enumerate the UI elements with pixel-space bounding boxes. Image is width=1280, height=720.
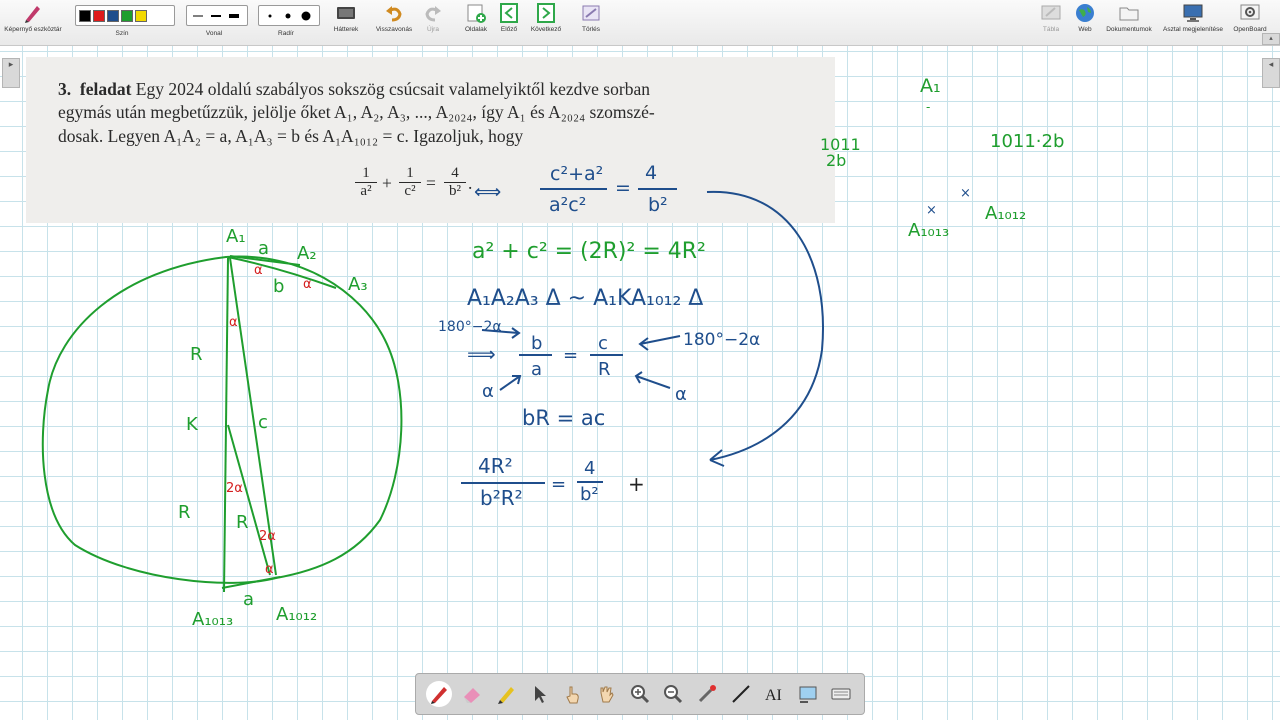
next-button[interactable]: Következő bbox=[528, 2, 564, 33]
fraction-4-over-b2: 4 b² bbox=[444, 165, 466, 200]
line-tool[interactable] bbox=[728, 681, 754, 707]
eraser-small-option[interactable] bbox=[268, 14, 272, 17]
color-swatch-yellow[interactable] bbox=[135, 9, 147, 22]
desktop-button[interactable]: Asztal megjelenítése bbox=[1160, 2, 1226, 33]
add-page-icon bbox=[467, 4, 486, 23]
delete-button[interactable]: Törlés bbox=[576, 2, 606, 33]
line-medium-option[interactable] bbox=[211, 14, 221, 17]
fraction-1-over-c2: 1 c² bbox=[399, 165, 421, 200]
redo-button[interactable]: Újra bbox=[420, 2, 446, 33]
gear-icon bbox=[1240, 4, 1260, 20]
web-button[interactable]: Web bbox=[1072, 2, 1098, 33]
keyboard-icon bbox=[831, 688, 851, 700]
pen-icon bbox=[430, 687, 447, 704]
chevron-up-icon: ▴ bbox=[1269, 35, 1273, 42]
folder-icon bbox=[1119, 7, 1139, 21]
svg-text:AI: AI bbox=[765, 687, 782, 704]
highlighter-icon bbox=[497, 687, 514, 704]
line-thick-option[interactable] bbox=[229, 13, 239, 18]
equals-sign: = bbox=[426, 173, 436, 193]
problem-line-2: egymás után megbetűzzük, jelölje őket A₁… bbox=[58, 102, 655, 122]
pointing-hand-icon bbox=[566, 686, 579, 704]
pages-button[interactable]: Oldalak bbox=[462, 2, 490, 33]
desktop-icon bbox=[1183, 4, 1203, 22]
text-tool[interactable]: AI bbox=[761, 681, 787, 707]
eraser-large-option[interactable] bbox=[301, 11, 311, 20]
problem-line-3: dosak. Legyen A₁A₂ = a, A₁A₃ = b és A₁A₁… bbox=[58, 126, 524, 146]
fraction-1-over-a2: 1 a² bbox=[355, 165, 377, 200]
zoom-in-tool[interactable] bbox=[627, 681, 653, 707]
interact-tool[interactable] bbox=[560, 681, 586, 707]
problem-image[interactable]: 3. feladat Egy 2024 oldalú szabályos sok… bbox=[26, 57, 835, 223]
background-button[interactable]: Hátterek bbox=[328, 2, 364, 33]
cursor-arrow-icon bbox=[535, 686, 547, 703]
period: . bbox=[468, 173, 473, 193]
board-button[interactable]: Tábla bbox=[1036, 2, 1066, 33]
problem-word: feladat bbox=[79, 79, 132, 99]
redo-icon bbox=[425, 6, 441, 22]
color-swatch-blue[interactable] bbox=[107, 9, 119, 22]
globe-icon bbox=[1076, 4, 1094, 22]
color-palette bbox=[75, 5, 175, 26]
chevron-left-icon: ◂ bbox=[1268, 59, 1274, 69]
right-panel-toggle[interactable]: ◂ bbox=[1262, 58, 1280, 88]
laser-pointer-tool[interactable] bbox=[694, 681, 720, 707]
color-label: Szín bbox=[115, 30, 129, 37]
top-toolbar: Képernyő eszköztár Szín Vonal Radír Hátt… bbox=[0, 0, 1280, 46]
virtual-keyboard-tool[interactable] bbox=[828, 681, 854, 707]
eraser-icon bbox=[464, 688, 481, 703]
line-icon bbox=[731, 685, 750, 703]
undo-button[interactable]: Visszavonás bbox=[372, 2, 416, 33]
problem-number: 3. bbox=[58, 79, 72, 99]
color-swatch-red[interactable] bbox=[93, 9, 105, 22]
line-thin-option[interactable] bbox=[193, 15, 203, 16]
previous-button[interactable]: Előző bbox=[496, 2, 522, 33]
eraser-medium-option[interactable] bbox=[285, 13, 291, 18]
undo-icon bbox=[386, 6, 402, 22]
documents-button[interactable]: Dokumentumok bbox=[1103, 2, 1155, 33]
eraser-label: Radír bbox=[278, 30, 294, 37]
chevron-right-icon: ▸ bbox=[8, 59, 14, 69]
color-swatch-black[interactable] bbox=[79, 9, 91, 22]
previous-page-icon bbox=[500, 3, 518, 23]
problem-text-1: Egy 2024 oldalú szabályos sokszög csúcsa… bbox=[131, 79, 650, 99]
text-icon: AI bbox=[765, 687, 782, 704]
hand-icon bbox=[600, 686, 614, 703]
line-width-group bbox=[186, 5, 248, 26]
bottom-tool-palette: AI bbox=[415, 673, 865, 715]
selector-tool[interactable] bbox=[526, 681, 552, 707]
line-label: Vonal bbox=[205, 30, 223, 37]
laser-pointer-icon bbox=[698, 685, 717, 703]
next-page-icon bbox=[537, 3, 555, 23]
zoom-out-icon bbox=[664, 685, 683, 704]
delete-page-icon bbox=[582, 5, 600, 21]
color-swatch-green[interactable] bbox=[121, 9, 133, 22]
board-icon bbox=[1041, 5, 1061, 20]
plus-sign: + bbox=[382, 173, 392, 193]
capture-icon bbox=[799, 686, 817, 703]
pen-icon bbox=[25, 6, 40, 23]
collapse-toggle[interactable]: ▴ bbox=[1262, 33, 1280, 45]
problem-line-1: 3. feladat Egy 2024 oldalú szabályos sok… bbox=[58, 79, 650, 100]
pen-tool[interactable] bbox=[425, 681, 452, 707]
left-panel-toggle[interactable]: ▸ bbox=[2, 58, 20, 88]
highlighter-tool[interactable] bbox=[493, 681, 519, 707]
eraser-size-group bbox=[258, 5, 320, 26]
capture-tool[interactable] bbox=[795, 681, 821, 707]
zoom-out-tool[interactable] bbox=[660, 681, 686, 707]
hand-tool[interactable] bbox=[593, 681, 619, 707]
toolbar-toggle-button[interactable]: Képernyő eszköztár bbox=[2, 2, 64, 33]
eraser-tool[interactable] bbox=[459, 681, 485, 707]
keyboard-background-icon bbox=[337, 7, 355, 19]
openboard-button[interactable]: OpenBoard bbox=[1230, 2, 1270, 33]
zoom-in-icon bbox=[630, 685, 650, 704]
